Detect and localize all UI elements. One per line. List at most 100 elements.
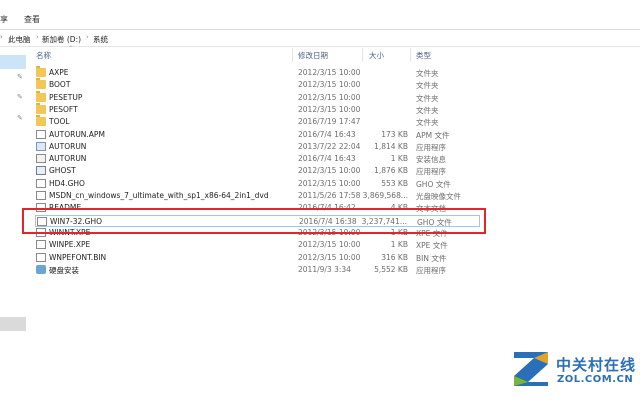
file-name: PESETUP xyxy=(49,92,83,102)
file-date: 2012/3/15 10:00 xyxy=(298,68,361,77)
tab-view[interactable]: 查看 xyxy=(24,14,40,25)
file-name: AUTORUN xyxy=(49,154,87,164)
file-icon xyxy=(36,240,46,250)
folder-icon xyxy=(36,102,46,114)
file-row[interactable]: MSDN_cn_windows_7_ultimate_with_sp1_x86-… xyxy=(35,190,480,202)
zol-logo-icon xyxy=(514,352,548,386)
column-header-type[interactable]: 类型 xyxy=(416,50,431,64)
file-date: 2012/3/15 10:00 xyxy=(298,80,361,90)
file-date: 2012/3/15 10:00 xyxy=(298,104,361,114)
file-name: HD4.GHO xyxy=(49,178,85,188)
file-type: APM 文件 xyxy=(416,130,450,140)
file-row[interactable]: AXPE 2012/3/15 10:00 文件夹 xyxy=(35,66,480,79)
file-size: 1,876 KB xyxy=(374,166,408,176)
file-size: 3,869,568... xyxy=(362,191,408,200)
file-name: AUTORUN xyxy=(49,141,87,151)
file-date: 2016/7/4 16:43 xyxy=(298,129,356,139)
breadcrumb-separator-icon[interactable]: › xyxy=(36,33,39,41)
file-date: 2011/9/3 3:34 xyxy=(298,264,351,274)
watermark-cn: 中关村在线 xyxy=(556,356,637,374)
folder-icon xyxy=(36,90,46,102)
chevron-right-icon[interactable]: › xyxy=(0,33,3,41)
file-type: 文件夹 xyxy=(416,118,439,128)
pin-icon: ✎ xyxy=(17,93,23,101)
file-row[interactable]: AUTORUN.APM 2016/7/4 16:43 173 KB APM 文件 xyxy=(35,129,480,141)
file-size: 316 KB xyxy=(381,252,408,262)
file-size: 553 KB xyxy=(381,178,408,188)
file-type: 应用程序 xyxy=(416,167,446,177)
file-name: AUTORUN.APM xyxy=(49,129,105,139)
file-size: 173 KB xyxy=(381,129,408,139)
pin-icon: ✎ xyxy=(17,73,23,81)
file-type: XPE 文件 xyxy=(416,241,448,251)
file-date: 2016/7/19 17:47 xyxy=(298,117,361,127)
annotation-highlight-box xyxy=(22,208,486,234)
disc-image-icon xyxy=(36,191,46,200)
file-name: WNPEFONT.BIN xyxy=(49,252,107,262)
file-name: 硬盘安装 xyxy=(49,265,79,275)
file-row[interactable]: PESOFT 2012/3/15 10:00 文件夹 xyxy=(35,102,480,116)
file-row[interactable]: WINPE.XPE 2012/3/15 10:00 1 KB XPE 文件 xyxy=(35,239,480,251)
ghost-icon xyxy=(36,166,46,176)
file-date: 2012/3/15 10:00 xyxy=(298,92,361,102)
file-date: 2012/3/15 10:00 xyxy=(298,178,361,188)
file-row[interactable]: PESETUP 2012/3/15 10:00 文件夹 xyxy=(35,90,480,104)
column-divider[interactable] xyxy=(410,48,411,64)
column-header-size[interactable]: 大小 xyxy=(369,50,384,64)
file-date: 2011/5/26 17:58 xyxy=(298,191,361,200)
file-row[interactable]: 硬盘安装 2011/9/3 3:34 5,552 KB 应用程序 xyxy=(35,264,480,276)
column-header-date[interactable]: 修改日期 xyxy=(298,50,328,64)
config-icon xyxy=(36,154,46,164)
breadcrumb-separator-icon[interactable]: › xyxy=(86,33,89,41)
file-date: 2013/7/22 22:04 xyxy=(298,141,361,151)
watermark-en: ZOL.COM.CN xyxy=(557,374,634,385)
breadcrumb-this-pc[interactable]: 此电脑 xyxy=(8,34,31,45)
file-date: 2012/3/15 10:00 xyxy=(298,240,361,250)
file-icon xyxy=(36,129,46,139)
exe-icon xyxy=(36,141,46,151)
sort-up-icon: ⌃ xyxy=(68,45,74,52)
file-type: 文件夹 xyxy=(416,81,439,91)
pin-icon: ✎ xyxy=(17,114,23,122)
folder-icon xyxy=(36,78,46,90)
file-type: 应用程序 xyxy=(416,142,446,152)
file-row[interactable]: GHOST 2012/3/15 10:00 1,876 KB 应用程序 xyxy=(35,165,480,177)
file-name: BOOT xyxy=(49,80,71,90)
file-type: 文件夹 xyxy=(416,105,439,115)
file-date: 2012/3/15 10:00 xyxy=(298,252,361,262)
file-name: GHOST xyxy=(49,166,76,176)
file-size: 1,814 KB xyxy=(374,141,408,151)
file-name: MSDN_cn_windows_7_ultimate_with_sp1_x86-… xyxy=(49,191,269,200)
file-type: 文件夹 xyxy=(416,69,439,78)
file-row[interactable]: WNPEFONT.BIN 2012/3/15 10:00 316 KB BIN 文件 xyxy=(35,252,480,264)
tab-share[interactable]: 享 xyxy=(0,14,8,25)
file-size: 1 KB xyxy=(390,240,408,250)
file-size: 5,552 KB xyxy=(374,264,408,274)
file-row[interactable]: HD4.GHO 2012/3/15 10:00 553 KB GHO 文件 xyxy=(35,178,480,190)
file-type: GHO 文件 xyxy=(416,179,451,189)
file-row[interactable]: AUTORUN 2016/7/4 16:43 1 KB 安装信息 xyxy=(35,153,480,165)
nav-item-highlighted[interactable] xyxy=(0,317,26,331)
file-size: 1 KB xyxy=(390,154,408,164)
file-row[interactable]: AUTORUN 2013/7/22 22:04 1,814 KB 应用程序 xyxy=(35,141,480,153)
file-name: PESOFT xyxy=(49,104,78,114)
file-name: AXPE xyxy=(49,68,69,77)
file-row[interactable]: TOOL 2016/7/19 17:47 文件夹 xyxy=(35,115,480,128)
file-date: 2012/3/15 10:00 xyxy=(298,166,361,176)
folder-icon xyxy=(36,115,46,127)
nav-item-selected[interactable] xyxy=(0,55,26,69)
breadcrumb-drive-d[interactable]: 新加卷 (D:) xyxy=(42,34,81,45)
file-type: BIN 文件 xyxy=(416,253,447,263)
file-name: TOOL xyxy=(49,117,70,127)
file-icon xyxy=(36,252,46,262)
file-date: 2016/7/4 16:43 xyxy=(298,154,356,164)
column-divider[interactable] xyxy=(362,48,363,64)
file-type: 应用程序 xyxy=(416,265,446,275)
column-header-name[interactable]: 名称 xyxy=(36,50,51,64)
address-bar[interactable]: › 此电脑 › 新加卷 (D:) › 系统 xyxy=(0,30,640,47)
folder-icon xyxy=(36,66,46,77)
file-row[interactable]: BOOT 2012/3/15 10:00 文件夹 xyxy=(35,78,480,91)
file-type: 安装信息 xyxy=(416,155,446,165)
column-divider[interactable] xyxy=(292,48,293,64)
breadcrumb-system[interactable]: 系统 xyxy=(93,34,108,45)
